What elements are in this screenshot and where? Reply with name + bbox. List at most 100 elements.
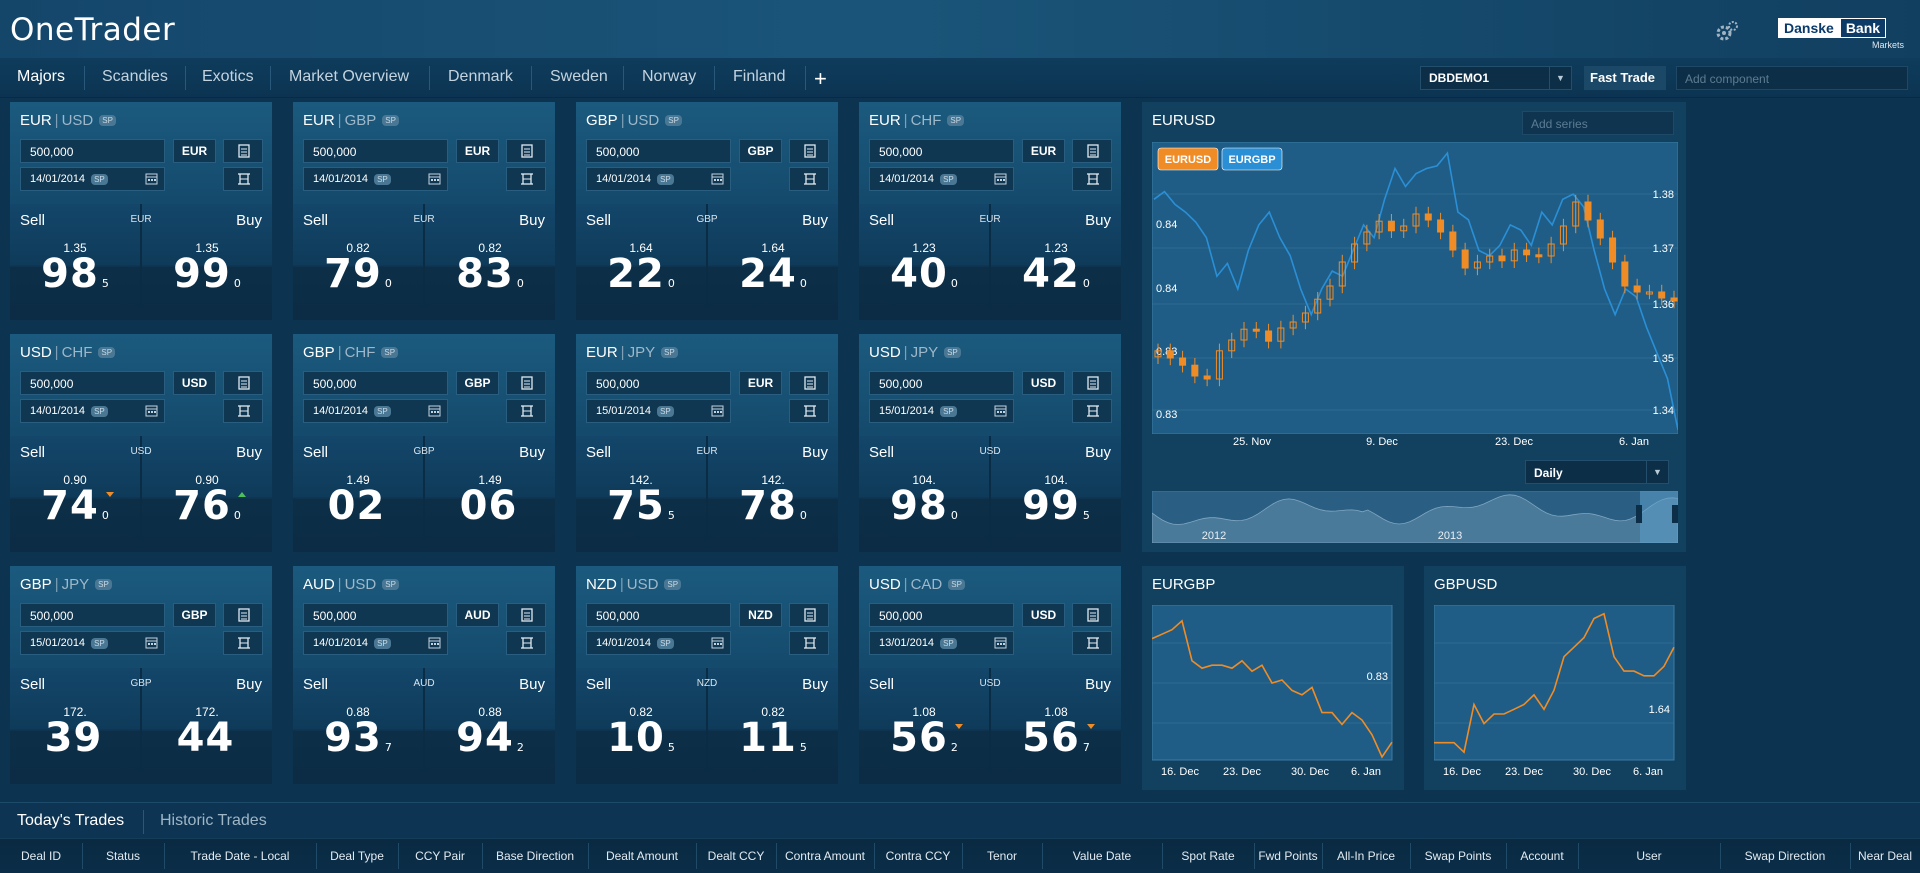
value-date-input[interactable]: 14/01/2014 SP bbox=[303, 399, 448, 423]
dealt-currency-toggle[interactable]: GBP bbox=[173, 603, 216, 627]
value-date-input[interactable]: 13/01/2014 SP bbox=[869, 631, 1014, 655]
legend-item-eurusd[interactable]: EURUSD bbox=[1157, 147, 1219, 171]
order-ticket-button[interactable] bbox=[223, 603, 263, 627]
fast-trade-button[interactable]: Fast Trade bbox=[1584, 66, 1666, 90]
grid-column-base-direction[interactable]: Base Direction bbox=[482, 849, 588, 863]
order-ticket-button[interactable] bbox=[789, 139, 829, 163]
swap-ticket-button[interactable] bbox=[1072, 631, 1112, 655]
tab-finland[interactable]: Finland bbox=[733, 68, 785, 90]
swap-ticket-button[interactable] bbox=[506, 167, 546, 191]
order-ticket-button[interactable] bbox=[1072, 371, 1112, 395]
grid-column-status[interactable]: Status bbox=[82, 849, 164, 863]
amount-input[interactable]: 500,000 bbox=[303, 603, 448, 627]
grid-column-near-deal[interactable]: Near Deal bbox=[1850, 849, 1920, 863]
order-ticket-button[interactable] bbox=[506, 139, 546, 163]
grid-column-deal-id[interactable]: Deal ID bbox=[0, 849, 82, 863]
value-date-input[interactable]: 14/01/2014 SP bbox=[20, 167, 165, 191]
amount-input[interactable]: 500,000 bbox=[586, 371, 731, 395]
tab-denmark[interactable]: Denmark bbox=[448, 68, 513, 90]
value-date-input[interactable]: 14/01/2014 SP bbox=[303, 167, 448, 191]
grid-column-contra-ccy[interactable]: Contra CCY bbox=[874, 849, 962, 863]
tab-scandies[interactable]: Scandies bbox=[102, 68, 168, 90]
swap-ticket-button[interactable] bbox=[223, 631, 263, 655]
swap-ticket-button[interactable] bbox=[1072, 167, 1112, 191]
dealt-currency-toggle[interactable]: NZD bbox=[739, 603, 782, 627]
gbpusd-mini-chart[interactable]: 1.64 1.63 16. Dec 23. Dec 30. Dec 6. Jan bbox=[1434, 605, 1680, 780]
grid-column-contra-amount[interactable]: Contra Amount bbox=[776, 849, 874, 863]
grid-column-all-in-price[interactable]: All-In Price bbox=[1322, 849, 1410, 863]
amount-input[interactable]: 500,000 bbox=[586, 603, 731, 627]
grid-column-trade-date-local[interactable]: Trade Date - Local bbox=[164, 849, 316, 863]
add-component-input[interactable]: Add component bbox=[1676, 66, 1908, 90]
dealt-currency-toggle[interactable]: EUR bbox=[739, 371, 782, 395]
amount-input[interactable]: 500,000 bbox=[303, 139, 448, 163]
swap-ticket-button[interactable] bbox=[223, 399, 263, 423]
order-ticket-button[interactable] bbox=[789, 371, 829, 395]
tab-historic-trades[interactable]: Historic Trades bbox=[160, 812, 267, 830]
legend-item-eurgbp[interactable]: EURGBP bbox=[1221, 147, 1283, 171]
value-date-input[interactable]: 14/01/2014 SP bbox=[869, 167, 1014, 191]
tab-todays-trades[interactable]: Today's Trades bbox=[17, 812, 124, 830]
swap-ticket-button[interactable] bbox=[789, 631, 829, 655]
chart-range-navigator[interactable]: 2012 2013 bbox=[1152, 491, 1678, 543]
tab-market-overview[interactable]: Market Overview bbox=[289, 68, 409, 90]
order-ticket-button[interactable] bbox=[223, 371, 263, 395]
amount-input[interactable]: 500,000 bbox=[20, 603, 165, 627]
account-select[interactable]: DBDEMO1 ▼ bbox=[1420, 66, 1572, 90]
chevron-down-icon[interactable]: ▼ bbox=[1549, 67, 1571, 89]
grid-column-fwd-points[interactable]: Fwd Points bbox=[1254, 849, 1322, 863]
value-date-input[interactable]: 14/01/2014 SP bbox=[586, 167, 731, 191]
swap-ticket-button[interactable] bbox=[506, 399, 546, 423]
grid-column-user[interactable]: User bbox=[1578, 849, 1720, 863]
settings-gear-icon[interactable] bbox=[1713, 18, 1741, 46]
chevron-down-icon[interactable]: ▼ bbox=[1646, 461, 1668, 483]
dealt-currency-toggle[interactable]: EUR bbox=[1022, 139, 1065, 163]
swap-ticket-button[interactable] bbox=[789, 167, 829, 191]
grid-column-swap-points[interactable]: Swap Points bbox=[1410, 849, 1506, 863]
value-date-input[interactable]: 14/01/2014 SP bbox=[303, 631, 448, 655]
add-tab-button[interactable]: + bbox=[814, 66, 827, 92]
timeframe-select[interactable]: Daily ▼ bbox=[1525, 460, 1669, 484]
tab-majors[interactable]: Majors bbox=[17, 68, 65, 90]
value-date-input[interactable]: 15/01/2014 SP bbox=[20, 631, 165, 655]
tab-exotics[interactable]: Exotics bbox=[202, 68, 254, 90]
dealt-currency-toggle[interactable]: USD bbox=[1022, 371, 1065, 395]
tab-sweden[interactable]: Sweden bbox=[550, 68, 608, 90]
swap-ticket-button[interactable] bbox=[789, 399, 829, 423]
dealt-currency-toggle[interactable]: GBP bbox=[456, 371, 499, 395]
dealt-currency-toggle[interactable]: AUD bbox=[456, 603, 499, 627]
amount-input[interactable]: 500,000 bbox=[586, 139, 731, 163]
amount-input[interactable]: 500,000 bbox=[869, 139, 1014, 163]
value-date-input[interactable]: 14/01/2014 SP bbox=[586, 631, 731, 655]
order-ticket-button[interactable] bbox=[223, 139, 263, 163]
dealt-currency-toggle[interactable]: USD bbox=[173, 371, 216, 395]
grid-column-value-date[interactable]: Value Date bbox=[1042, 849, 1162, 863]
navigator-handle-right[interactable] bbox=[1672, 505, 1678, 523]
amount-input[interactable]: 500,000 bbox=[20, 371, 165, 395]
dealt-currency-toggle[interactable]: EUR bbox=[173, 139, 216, 163]
order-ticket-button[interactable] bbox=[506, 603, 546, 627]
swap-ticket-button[interactable] bbox=[223, 167, 263, 191]
grid-column-deal-type[interactable]: Deal Type bbox=[316, 849, 398, 863]
order-ticket-button[interactable] bbox=[1072, 603, 1112, 627]
value-date-input[interactable]: 14/01/2014 SP bbox=[20, 399, 165, 423]
grid-column-dealt-ccy[interactable]: Dealt CCY bbox=[696, 849, 776, 863]
dealt-currency-toggle[interactable]: EUR bbox=[456, 139, 499, 163]
dealt-currency-toggle[interactable]: GBP bbox=[739, 139, 782, 163]
eurusd-main-chart[interactable]: EURUSD EURGBP0.840.840.830.831.381.371.36… bbox=[1152, 142, 1678, 434]
order-ticket-button[interactable] bbox=[506, 371, 546, 395]
amount-input[interactable]: 500,000 bbox=[303, 371, 448, 395]
amount-input[interactable]: 500,000 bbox=[869, 371, 1014, 395]
order-ticket-button[interactable] bbox=[789, 603, 829, 627]
eurgbp-mini-chart[interactable]: 0.83 16. Dec 23. Dec 30. Dec 6. Jan bbox=[1152, 605, 1398, 780]
order-ticket-button[interactable] bbox=[1072, 139, 1112, 163]
grid-column-swap-direction[interactable]: Swap Direction bbox=[1720, 849, 1850, 863]
grid-column-account[interactable]: Account bbox=[1506, 849, 1578, 863]
navigator-handle-left[interactable] bbox=[1636, 505, 1642, 523]
value-date-input[interactable]: 15/01/2014 SP bbox=[869, 399, 1014, 423]
value-date-input[interactable]: 15/01/2014 SP bbox=[586, 399, 731, 423]
grid-column-dealt-amount[interactable]: Dealt Amount bbox=[588, 849, 696, 863]
swap-ticket-button[interactable] bbox=[506, 631, 546, 655]
add-series-input[interactable]: Add series bbox=[1522, 111, 1674, 135]
grid-column-spot-rate[interactable]: Spot Rate bbox=[1162, 849, 1254, 863]
